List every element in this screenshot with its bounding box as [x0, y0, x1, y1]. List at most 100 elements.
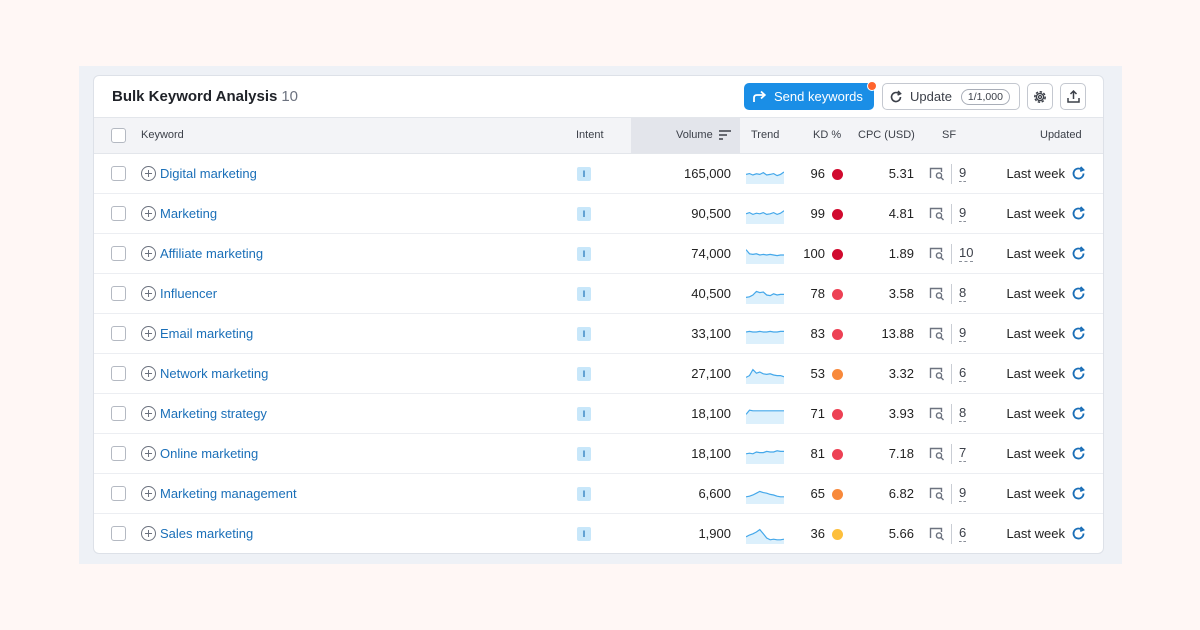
serp-icon[interactable] [929, 406, 945, 421]
refresh-icon[interactable] [1071, 246, 1086, 261]
table-row: Marketing management I 6,600 65 6.82 9 L… [94, 474, 1103, 514]
row-checkbox[interactable] [111, 526, 126, 541]
serp-icon[interactable] [929, 446, 945, 461]
intent-badge[interactable]: I [577, 447, 591, 461]
updated-text: Last week [1006, 166, 1065, 181]
row-checkbox[interactable] [111, 166, 126, 181]
add-keyword-icon[interactable] [141, 406, 156, 421]
serp-icon[interactable] [929, 166, 945, 181]
keyword-link[interactable]: Digital marketing [160, 166, 257, 181]
sort-icon[interactable] [719, 130, 731, 140]
add-keyword-icon[interactable] [141, 486, 156, 501]
sf-count[interactable]: 9 [959, 325, 967, 342]
trend-sparkline[interactable] [746, 244, 784, 264]
kd-difficulty-dot [832, 169, 843, 180]
trend-sparkline[interactable] [746, 204, 784, 224]
refresh-icon[interactable] [1071, 366, 1086, 381]
intent-badge[interactable]: I [577, 207, 591, 221]
add-keyword-icon[interactable] [141, 446, 156, 461]
keyword-link[interactable]: Network marketing [160, 366, 268, 381]
select-all-checkbox[interactable] [111, 128, 126, 143]
intent-badge[interactable]: I [577, 167, 591, 181]
refresh-icon[interactable] [1071, 526, 1086, 541]
keyword-link[interactable]: Marketing management [160, 486, 297, 501]
refresh-icon[interactable] [1071, 166, 1086, 181]
intent-badge[interactable]: I [577, 287, 591, 301]
intent-badge[interactable]: I [577, 367, 591, 381]
table-row: Marketing I 90,500 99 4.81 9 Last week [94, 194, 1103, 234]
row-checkbox[interactable] [111, 286, 126, 301]
keyword-link[interactable]: Online marketing [160, 446, 258, 461]
col-trend[interactable]: Trend [751, 129, 779, 141]
refresh-icon[interactable] [1071, 326, 1086, 341]
serp-icon[interactable] [929, 286, 945, 301]
serp-icon[interactable] [929, 366, 945, 381]
add-keyword-icon[interactable] [141, 366, 156, 381]
row-checkbox[interactable] [111, 206, 126, 221]
sf-count[interactable]: 9 [959, 485, 967, 502]
intent-badge[interactable]: I [577, 407, 591, 421]
intent-badge[interactable]: I [577, 327, 591, 341]
refresh-icon[interactable] [1071, 406, 1086, 421]
serp-icon[interactable] [929, 246, 945, 261]
trend-sparkline[interactable] [746, 444, 784, 464]
row-checkbox[interactable] [111, 366, 126, 381]
sf-count[interactable]: 8 [959, 405, 967, 422]
sf-count[interactable]: 9 [959, 165, 967, 182]
row-checkbox[interactable] [111, 406, 126, 421]
sf-count[interactable]: 7 [959, 445, 967, 462]
trend-sparkline[interactable] [746, 524, 784, 544]
row-checkbox[interactable] [111, 326, 126, 341]
row-checkbox[interactable] [111, 446, 126, 461]
add-keyword-icon[interactable] [141, 246, 156, 261]
trend-sparkline[interactable] [746, 324, 784, 344]
add-keyword-icon[interactable] [141, 166, 156, 181]
add-keyword-icon[interactable] [141, 206, 156, 221]
refresh-icon[interactable] [1071, 446, 1086, 461]
keyword-link[interactable]: Affiliate marketing [160, 246, 263, 261]
refresh-icon[interactable] [1071, 206, 1086, 221]
keyword-link[interactable]: Influencer [160, 286, 217, 301]
add-keyword-icon[interactable] [141, 326, 156, 341]
intent-badge[interactable]: I [577, 527, 591, 541]
trend-sparkline[interactable] [746, 484, 784, 504]
row-checkbox[interactable] [111, 486, 126, 501]
intent-badge[interactable]: I [577, 487, 591, 501]
sf-count[interactable]: 6 [959, 365, 967, 382]
update-button[interactable]: Update 1/1,000 [882, 83, 1020, 110]
intent-badge[interactable]: I [577, 247, 591, 261]
settings-button[interactable] [1027, 83, 1053, 110]
add-keyword-icon[interactable] [141, 526, 156, 541]
col-sf[interactable]: SF [942, 129, 956, 141]
sf-count[interactable]: 10 [959, 245, 974, 262]
refresh-icon[interactable] [1071, 486, 1086, 501]
serp-icon[interactable] [929, 486, 945, 501]
trend-sparkline[interactable] [746, 284, 784, 304]
kd-value: 71 [810, 406, 825, 421]
sf-count[interactable]: 8 [959, 285, 967, 302]
col-keyword[interactable]: Keyword [141, 129, 184, 141]
trend-sparkline[interactable] [746, 364, 784, 384]
col-updated[interactable]: Updated [1040, 129, 1082, 141]
keyword-link[interactable]: Marketing strategy [160, 406, 267, 421]
keyword-link[interactable]: Sales marketing [160, 526, 253, 541]
sf-count[interactable]: 9 [959, 205, 967, 222]
send-keywords-button[interactable]: Send keywords [744, 83, 874, 110]
keyword-link[interactable]: Email marketing [160, 326, 253, 341]
trend-sparkline[interactable] [746, 404, 784, 424]
col-intent[interactable]: Intent [576, 129, 604, 141]
sf-count[interactable]: 6 [959, 525, 967, 542]
col-kd[interactable]: KD % [813, 129, 841, 141]
export-button[interactable] [1060, 83, 1086, 110]
col-volume[interactable]: Volume [676, 129, 713, 141]
serp-icon[interactable] [929, 526, 945, 541]
row-checkbox[interactable] [111, 246, 126, 261]
trend-sparkline[interactable] [746, 164, 784, 184]
serp-icon[interactable] [929, 326, 945, 341]
serp-icon[interactable] [929, 206, 945, 221]
col-cpc[interactable]: CPC (USD) [858, 129, 915, 141]
refresh-icon[interactable] [1071, 286, 1086, 301]
keyword-link[interactable]: Marketing [160, 206, 217, 221]
add-keyword-icon[interactable] [141, 286, 156, 301]
volume-value: 18,100 [691, 406, 731, 421]
